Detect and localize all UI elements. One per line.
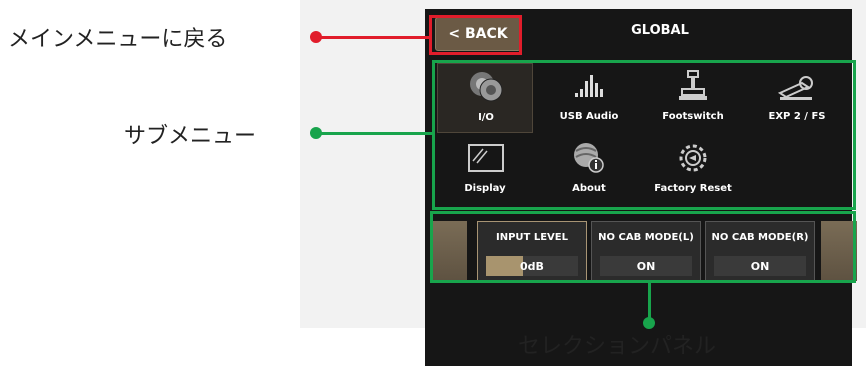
submenu-callout-line: [318, 132, 433, 135]
back-highlight-box: [429, 15, 522, 55]
submenu-callout-dot: [310, 127, 322, 139]
annotation-selection-panel: セレクションパネル: [518, 334, 717, 359]
back-callout-line: [318, 36, 430, 39]
back-callout-dot: [310, 31, 322, 43]
page-title: GLOBAL: [631, 23, 689, 38]
selection-panel-highlight-box: [430, 211, 856, 283]
annotation-back-to-main: メインメニューに戻る: [8, 27, 228, 52]
annotation-submenu: サブメニュー: [124, 124, 257, 149]
submenu-highlight-box: [432, 60, 856, 210]
